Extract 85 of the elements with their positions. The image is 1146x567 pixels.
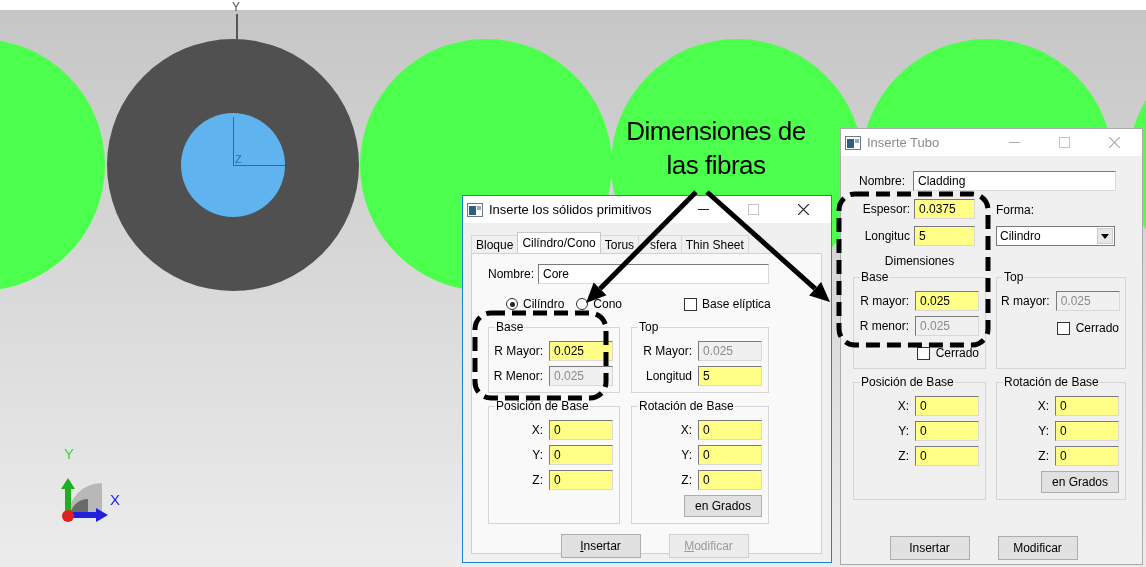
field-label: X:	[679, 422, 692, 439]
tab[interactable]: Thin Sheet	[680, 235, 749, 253]
field-label: Y:	[680, 447, 692, 464]
checkbox-label: Cerrado	[935, 345, 979, 362]
field-label: Nombre:	[488, 266, 534, 283]
checkbox[interactable]	[1056, 321, 1070, 335]
field-label: R Mayor:	[642, 343, 692, 360]
name-field[interactable]: Core	[538, 264, 769, 284]
text-field[interactable]: 0	[915, 396, 979, 416]
group-title: Top	[638, 320, 660, 334]
tab[interactable]: Bloque	[471, 235, 519, 253]
section-label: Dimensiones	[884, 254, 955, 268]
group-title: Base	[860, 270, 890, 284]
text-field[interactable]: 0	[1055, 446, 1119, 466]
field-label: Z:	[680, 472, 692, 489]
degrees-button[interactable]: en Grados	[1040, 471, 1119, 493]
text-field[interactable]: 0.025	[915, 291, 979, 311]
checkbox[interactable]	[684, 297, 698, 311]
field-label: R Menor:	[493, 368, 543, 385]
insert-button[interactable]: Insertar	[560, 534, 641, 558]
text-field[interactable]: 0	[698, 445, 762, 465]
text-field[interactable]: 0	[549, 445, 613, 465]
text-field[interactable]: 0	[549, 420, 613, 440]
axis-lines	[233, 117, 285, 166]
text-field[interactable]: 0	[915, 446, 979, 466]
field-label: Nombre:	[859, 173, 905, 190]
app-icon	[845, 135, 861, 150]
text-field[interactable]: 0	[1055, 421, 1119, 441]
field-label: Forma:	[996, 203, 1034, 217]
field-label: R Mayor:	[493, 343, 543, 360]
group-title: Rotación de Base	[1003, 375, 1100, 389]
text-field[interactable]: 0.025	[549, 341, 613, 361]
axis-label: Y	[64, 446, 74, 461]
name-field[interactable]: Cladding	[913, 171, 1116, 191]
field-label: Z:	[531, 472, 543, 489]
group-title: Base	[495, 320, 525, 334]
caret-icon	[1101, 233, 1109, 239]
annotation-text: Dimensiones de las fibras	[625, 115, 807, 182]
radio-label: Cono	[593, 296, 623, 313]
text-field[interactable]: 0	[1055, 396, 1119, 416]
text-field[interactable]: 0	[915, 421, 979, 441]
axis-label: X	[110, 492, 120, 507]
field-label: X:	[896, 398, 909, 415]
group-title: Rotación de Base	[638, 399, 735, 413]
field-label: Espesor:	[861, 201, 910, 218]
axis-label: Y	[232, 1, 240, 13]
axis-label: Z	[235, 154, 242, 165]
field-label: Longituc	[863, 228, 910, 245]
text-field[interactable]: 0	[698, 420, 762, 440]
text-field[interactable]: 0	[698, 470, 762, 490]
field-label: R mayor:	[859, 293, 909, 310]
field-label: R menor:	[858, 318, 909, 335]
radio-button[interactable]	[506, 298, 518, 310]
tab[interactable]: Cilíndro/Cono	[517, 232, 601, 253]
degrees-button[interactable]: en Grados	[683, 495, 762, 517]
field-label: X:	[1036, 398, 1049, 415]
field-label: X:	[530, 422, 543, 439]
checkbox-label: Cerrado	[1075, 320, 1119, 337]
field-label: Longitud	[644, 368, 692, 385]
app-icon	[467, 202, 483, 217]
field-label: Z:	[897, 448, 909, 465]
window-title: Inserte los sólidos primitivos	[489, 200, 653, 219]
field-label: Y:	[897, 423, 909, 440]
insert-button[interactable]: Insertar	[889, 536, 970, 560]
field-label: Y:	[1037, 423, 1049, 440]
field-label: Y:	[531, 447, 543, 464]
radio-label: Cilíndro	[523, 296, 565, 313]
field-label: Z:	[1037, 448, 1049, 465]
text-field[interactable]: 5	[698, 366, 762, 386]
minimize-icon[interactable]	[697, 208, 709, 211]
text-field[interactable]: 0	[549, 470, 613, 490]
text-field[interactable]: 5	[914, 226, 975, 246]
close-icon[interactable]	[797, 204, 809, 215]
group-title: Posición de Base	[860, 375, 955, 389]
shape-dropdown[interactable]: Cilindro	[996, 226, 1115, 246]
window-title: Inserte Tubo	[867, 133, 941, 152]
group-title: Posición de Base	[495, 399, 590, 413]
checkbox-label: Base elíptica	[702, 296, 771, 313]
text-field[interactable]: 0.0375	[914, 199, 975, 219]
field-label: R mayor:	[1001, 293, 1050, 310]
checkbox[interactable]	[916, 346, 930, 360]
group-title: Top	[1003, 270, 1025, 284]
axis-line	[236, 14, 238, 40]
modify-button[interactable]: Modificar	[997, 536, 1078, 560]
radio-button[interactable]	[576, 298, 589, 310]
